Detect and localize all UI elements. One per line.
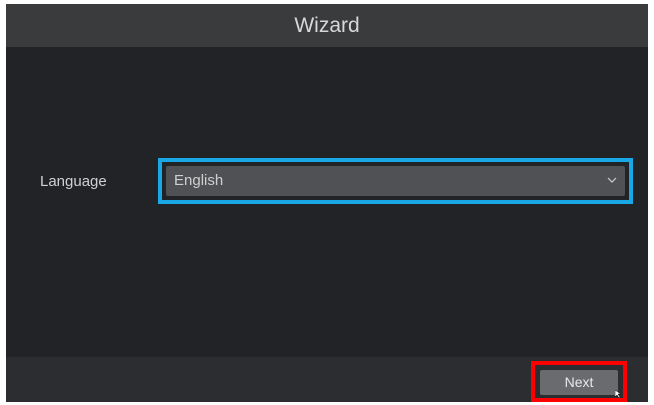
wizard-window: Wizard Language English Next [6, 4, 648, 402]
wizard-content: Language English [6, 47, 648, 357]
language-select[interactable]: English [166, 166, 625, 196]
wizard-footer: Next [6, 357, 648, 402]
window-title: Wizard [6, 4, 648, 47]
next-button[interactable]: Next [540, 370, 618, 395]
language-select-highlight: English [158, 158, 633, 204]
language-select-value: English [174, 172, 224, 189]
language-label: Language [40, 173, 107, 190]
mouse-cursor-icon [615, 390, 621, 398]
next-button-highlight: Next [531, 361, 627, 402]
chevron-down-icon [607, 177, 617, 183]
